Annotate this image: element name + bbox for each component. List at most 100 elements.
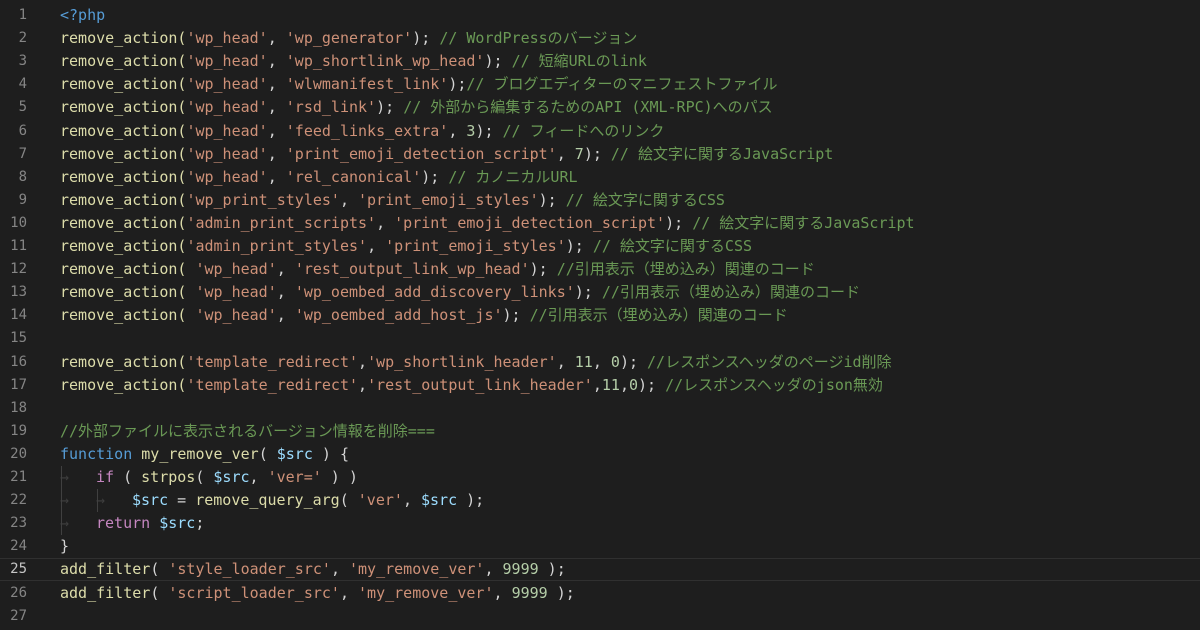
code-token: ); (376, 98, 404, 117)
code-token: ( (258, 444, 277, 463)
code-line[interactable]: 13 remove_action( 'wp_head', 'wp_oembed_a… (0, 281, 1200, 304)
code-line[interactable]: 26 add_filter( 'script_loader_src', 'my_r… (0, 582, 1200, 605)
line-number: 21 (10, 469, 27, 485)
code-token: , (619, 375, 629, 394)
code-line[interactable]: 8 remove_action('wp_head', 'rel_canonical… (0, 166, 1200, 189)
code-token: } (60, 537, 70, 556)
code-token: 'script_loader_src' (168, 583, 340, 602)
code-token: 'admin_print_styles' (186, 237, 368, 255)
code-line[interactable]: 2 remove_action('wp_head', 'wp_generator'… (0, 27, 1200, 50)
code-token: 'admin_print_scripts' (186, 213, 377, 232)
code-token: 'rest_output_link_header' (367, 375, 593, 394)
code-line[interactable]: 9 remove_action('wp_print_styles', 'print… (0, 189, 1200, 212)
code-token: , (556, 144, 575, 163)
code-line[interactable]: 20 function my_remove_ver( $src ) { (0, 443, 1200, 466)
code-token: , (267, 121, 286, 140)
code-line[interactable]: 7 remove_action('wp_head', 'print_emoji_d… (0, 143, 1200, 166)
code-token: 'wp_head' (195, 260, 277, 279)
code-token: remove_action( (60, 260, 196, 279)
line-number: 6 (18, 122, 27, 139)
code-line[interactable]: 16 remove_action('template_redirect','wp_… (0, 351, 1200, 374)
code-token: ); (484, 52, 512, 71)
code-token: 'wp_shortlink_wp_head' (285, 52, 485, 71)
code-token: remove_action( (60, 283, 196, 302)
code-line[interactable]: 22 $src = remove_query_arg( 'ver', $src )… (0, 489, 1200, 512)
code-token: function (60, 444, 133, 463)
code-token: 'wp_oembed_add_host_js' (294, 306, 503, 325)
code-line[interactable]: 14 remove_action( 'wp_head', 'wp_oembed_a… (0, 304, 1200, 327)
code-token: 'wp_generator' (285, 29, 413, 48)
indent-guide (97, 489, 98, 513)
code-token: ); (538, 190, 566, 209)
line-number: 7 (18, 145, 27, 162)
line-number: 17 (10, 376, 27, 393)
code-token: 'my_remove_ver' (358, 583, 494, 602)
code-token: 'wp_oembed_add_discovery_links' (294, 283, 575, 302)
code-line[interactable]: 18 (0, 397, 1200, 420)
code-token: ); (665, 213, 693, 232)
code-line[interactable]: 3 remove_action('wp_head', 'wp_shortlink_… (0, 50, 1200, 73)
code-line[interactable]: 10 remove_action('admin_print_scripts', '… (0, 212, 1200, 235)
code-line[interactable]: 21 if ( strpos( $src, 'ver=' ) ) → (0, 466, 1200, 489)
code-line[interactable]: 1 <?php (0, 4, 1200, 27)
code-token: , (267, 75, 286, 94)
code-text: function my_remove_ver( $src ) { (60, 443, 349, 466)
line-number: 25 (10, 561, 27, 578)
code-token: $src (276, 444, 313, 463)
code-token: , (493, 583, 512, 602)
code-line[interactable]: 27 (0, 605, 1200, 628)
code-token: 'print_emoji_styles' (358, 190, 539, 209)
code-token: 'wp_head' (186, 144, 268, 163)
code-line[interactable]: 19 //外部ファイルに表示されるバージョン情報を削除=== (0, 420, 1200, 443)
code-line[interactable]: 11 remove_action('admin_print_styles', 'p… (0, 235, 1200, 258)
code-line[interactable]: 12 remove_action( 'wp_head', 'rest_output… (0, 258, 1200, 281)
code-token: <?php (60, 6, 106, 24)
code-token: my_remove_ver (141, 444, 259, 463)
code-line[interactable]: 25 add_filter( 'style_loader_src', 'my_re… (0, 558, 1200, 581)
code-token: ); (538, 560, 566, 579)
code-token: // 絵文字に関するCSS (565, 190, 725, 209)
code-line[interactable]: 6 remove_action('wp_head', 'feed_links_ex… (0, 120, 1200, 143)
code-token: //引用表示（埋め込み）関連のコード (529, 306, 788, 325)
code-token: ); (475, 121, 503, 140)
code-token: //外部ファイルに表示されるバージョン情報を削除=== (60, 421, 435, 440)
code-token: , (376, 213, 395, 232)
code-token: , (267, 29, 286, 48)
code-token: 'wp_head' (186, 98, 268, 117)
line-number: 20 (10, 445, 27, 462)
line-number: 18 (10, 399, 27, 416)
code-line[interactable]: 23 return $src; → (0, 512, 1200, 535)
code-token: , (592, 375, 602, 394)
code-token: 'wlwmanifest_link' (285, 75, 449, 94)
code-token: 'ver' (357, 491, 403, 510)
code-token: , (330, 560, 349, 579)
code-line[interactable]: 24} (0, 535, 1200, 558)
code-token: 11 (574, 352, 593, 371)
code-line[interactable]: 5 remove_action('wp_head', 'rsd_link'); /… (0, 96, 1200, 119)
code-token: ; (195, 514, 205, 533)
code-token: = (168, 491, 196, 510)
code-token: add_filter (60, 583, 151, 602)
code-token: 'wp_head' (195, 283, 277, 302)
code-token: , (276, 306, 295, 325)
code-line[interactable]: 15 (0, 327, 1200, 350)
code-text: remove_action('template_redirect','wp_sh… (60, 351, 892, 374)
code-line[interactable]: 17 remove_action('template_redirect','res… (0, 374, 1200, 397)
line-number: 11 (10, 238, 27, 254)
code-token: // フィードへのリンク (502, 121, 665, 140)
code-token: ); (547, 583, 575, 602)
code-token: , (267, 144, 286, 163)
code-token: remove_action( (60, 52, 187, 71)
code-editor[interactable]: 1 <?php 2 remove_action('wp_head', 'wp_gene… (0, 0, 1200, 630)
code-line[interactable]: 4 remove_action('wp_head', 'wlwmanifest_l… (0, 73, 1200, 96)
code-token: 11 (601, 375, 620, 394)
code-text: remove_action('admin_print_styles', 'pri… (60, 235, 752, 258)
code-token: remove_action( (60, 121, 187, 140)
code-token: ); (619, 352, 648, 371)
code-token: 'wp_head' (195, 306, 277, 325)
code-token: //引用表示（埋め込み）関連のコード (601, 283, 860, 302)
code-token: ( (339, 491, 358, 510)
code-text: remove_action('wp_head', 'feed_links_ext… (60, 120, 664, 143)
code-token: remove_action( (60, 144, 187, 163)
